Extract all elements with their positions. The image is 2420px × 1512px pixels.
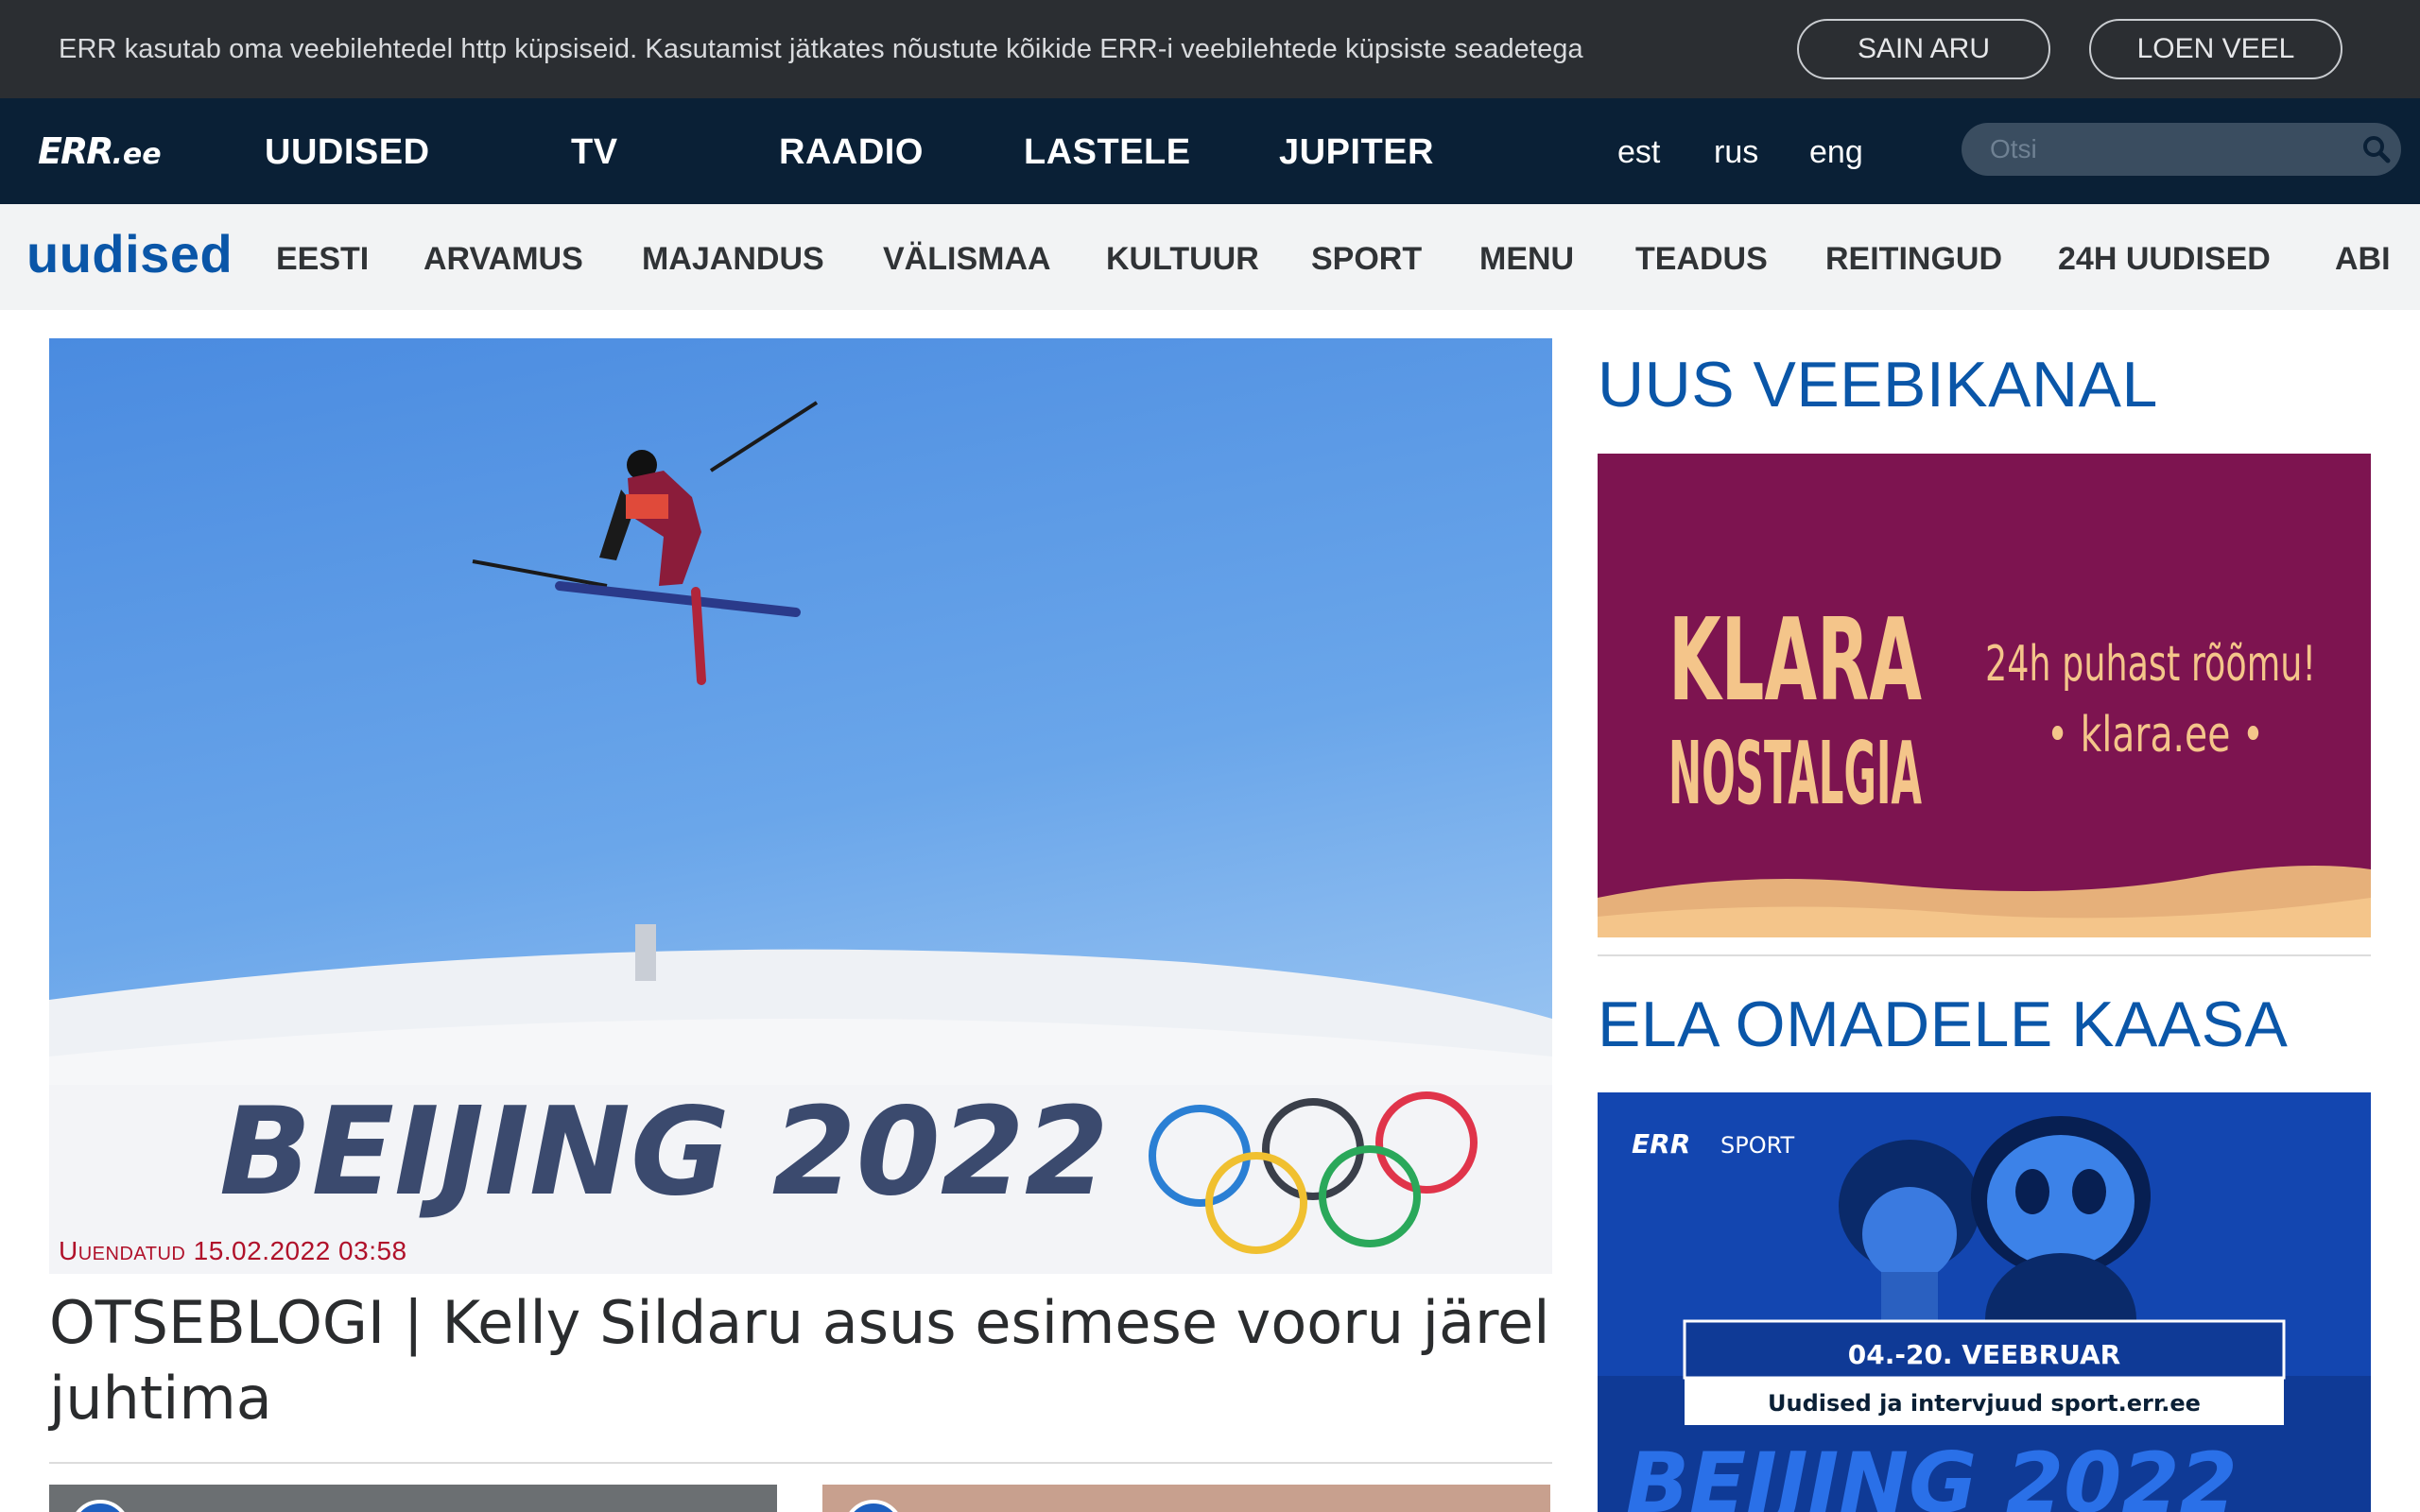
klara-url: • klara.ee •	[2047, 707, 2264, 764]
hero-updated-time: Uuendatud 15.02.2022 03:58	[59, 1236, 407, 1265]
nav-item-lastele[interactable]: LASTELE	[1024, 132, 1191, 173]
sport-banner-graphic: ERR SPORT 04.-20. VEEBRUAR Uudised ja in…	[1598, 1092, 2371, 1512]
search-box	[1962, 123, 2401, 176]
lang-est[interactable]: est	[1617, 134, 1660, 171]
subnav-item-majandus[interactable]: MAJANDUS	[642, 241, 824, 278]
sidebar-heading-olympics: ELA OMADELE KAASA	[1598, 988, 2289, 1060]
nav-item-tv[interactable]: TV	[571, 132, 618, 173]
subnav-item-valismaa[interactable]: VÄLISMAA	[883, 241, 1051, 278]
cookie-text: ERR kasutab oma veebilehtedel http küpsi…	[59, 34, 1583, 64]
article-thumbnail[interactable]	[49, 1485, 777, 1512]
cookie-read-more-button[interactable]: LOEN VEEL	[2089, 19, 2342, 79]
search-icon[interactable]	[2361, 134, 2392, 164]
subnav-item-24h-uudised[interactable]: 24H UUDISED	[2058, 241, 2271, 278]
play-badge-icon	[843, 1500, 904, 1512]
search-input[interactable]	[1990, 132, 2349, 166]
klara-nostalgia-banner[interactable]: KLARA NOSTALGIA 24h puhast rõõmu! • klar…	[1598, 454, 2371, 937]
lang-rus[interactable]: rus	[1714, 134, 1758, 171]
subnav-item-kultuur[interactable]: KULTUUR	[1106, 241, 1259, 278]
subnav-item-teadus[interactable]: TEADUS	[1635, 241, 1768, 278]
sport-logo: ERR	[1632, 1128, 1690, 1160]
lang-eng[interactable]: eng	[1809, 134, 1863, 171]
subnav-item-menu[interactable]: MENU	[1479, 241, 1574, 278]
sport-bottom-text: BEIJING 2022	[1626, 1435, 2238, 1512]
play-badge-icon	[70, 1500, 130, 1512]
divider	[49, 1462, 1552, 1464]
err-logo[interactable]: ERR.ee	[38, 130, 162, 172]
ski-jump-photo: BEIJING 2022	[49, 338, 1552, 1274]
article-thumbnail[interactable]	[822, 1485, 1550, 1512]
section-title[interactable]: uudised	[26, 223, 233, 284]
subnav-item-eesti[interactable]: EESTI	[276, 241, 369, 278]
nav-item-raadio[interactable]: RAADIO	[779, 132, 924, 173]
sidebar-heading-web-channel: UUS VEEBIKANAL	[1598, 349, 2158, 421]
err-sport-banner[interactable]: ERR SPORT 04.-20. VEEBRUAR Uudised ja in…	[1598, 1092, 2371, 1512]
klara-banner-graphic: KLARA NOSTALGIA 24h puhast rõõmu! • klar…	[1598, 454, 2371, 937]
hero-image[interactable]: BEIJING 2022	[49, 338, 1552, 1274]
sport-logo-label: SPORT	[1720, 1132, 1795, 1159]
sidebar-divider	[1598, 954, 2371, 956]
subnav-item-arvamus[interactable]: ARVAMUS	[424, 241, 583, 278]
klara-tagline: 24h puhast rõõmu!	[1985, 636, 2316, 693]
klara-title-line2: NOSTALGIA	[1668, 723, 1922, 824]
sport-subtitle: Uudised ja intervjuud sport.err.ee	[1768, 1390, 2201, 1417]
subnav-item-abi[interactable]: ABI	[2335, 241, 2391, 278]
sport-dates: 04.-20. VEEBRUAR	[1848, 1339, 2121, 1370]
klara-title-line1: KLARA	[1668, 595, 1922, 727]
cookie-accept-button[interactable]: SAIN ARU	[1797, 19, 2050, 79]
hero-headline[interactable]: OTSEBLOGI | Kelly Sildaru asus esimese v…	[49, 1285, 1552, 1436]
subnav-item-reitingud[interactable]: REITINGUD	[1825, 241, 2002, 278]
nav-item-jupiter[interactable]: JUPITER	[1279, 132, 1434, 173]
logo-suffix: .ee	[112, 138, 162, 171]
subnav-item-sport[interactable]: SPORT	[1311, 241, 1422, 278]
nav-item-uudised[interactable]: UUDISED	[265, 132, 430, 173]
logo-text: ERR	[38, 130, 113, 172]
beijing-2022-sign: BEIJING 2022	[219, 1082, 1109, 1223]
